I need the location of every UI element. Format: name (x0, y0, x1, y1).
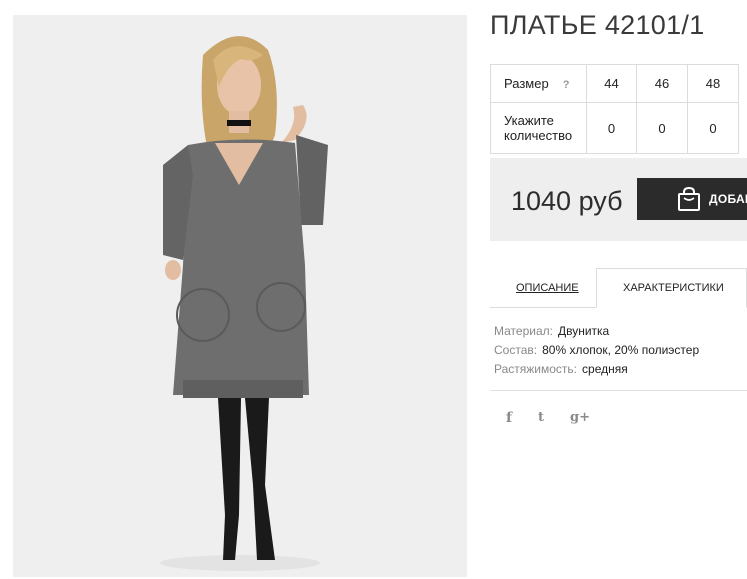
size-option-48[interactable]: 48 (687, 64, 739, 103)
characteristic-row: Состав: 80% хлопок, 20% полиэстер (494, 341, 699, 360)
characteristic-value: средняя (582, 362, 628, 376)
size-help-icon[interactable]: ? (563, 79, 570, 91)
size-option-44[interactable]: 44 (586, 64, 637, 103)
size-label: Размер (504, 76, 549, 91)
price-panel: 1040 руб ДОБАВИТЬ (490, 158, 747, 241)
size-label-cell: Размер? (490, 64, 587, 103)
model-illustration (13, 15, 467, 577)
quantity-label-cell: Укажите количество (490, 102, 587, 154)
tab-characteristics[interactable]: ХАРАКТЕРИСТИКИ (596, 268, 747, 308)
twitter-icon[interactable]: t (538, 410, 544, 425)
price-value: 1040 руб (511, 186, 623, 216)
section-divider (490, 390, 747, 391)
google-plus-icon[interactable]: g+ (570, 410, 590, 425)
characteristic-key: Состав: (494, 343, 538, 357)
characteristic-row: Растяжимость: средняя (494, 360, 699, 379)
characteristic-value: 80% хлопок, 20% полиэстер (542, 343, 700, 357)
product-title: ПЛАТЬЕ 42101/1 (490, 10, 705, 40)
tab-characteristics-label: ХАРАКТЕРИСТИКИ (623, 282, 724, 294)
characteristic-value: Двунитка (557, 324, 610, 338)
characteristic-row: Материал: Двунитка (494, 322, 699, 341)
product-photo[interactable] (13, 15, 467, 577)
quantity-label-line1: Укажите (504, 113, 554, 128)
size-option-46[interactable]: 46 (636, 64, 688, 103)
characteristics-list: Материал: Двунитка Состав: 80% хлопок, 20%… (494, 322, 699, 379)
add-to-cart-button[interactable]: ДОБАВИТЬ (637, 178, 747, 220)
product-tabs: ОПИСАНИЕ ХАРАКТЕРИСТИКИ (490, 268, 747, 308)
add-to-cart-label: ДОБАВИТЬ (709, 192, 747, 206)
quantity-input-46[interactable]: 0 (636, 102, 688, 154)
characteristic-key: Материал: (494, 324, 553, 338)
quantity-row: Укажите количество 0 0 0 (490, 102, 739, 154)
tab-description[interactable]: ОПИСАНИЕ (516, 282, 579, 294)
size-table: Размер? 44 46 48 Укажите количество 0 0 … (490, 64, 739, 154)
size-row: Размер? 44 46 48 (490, 64, 739, 103)
quantity-input-48[interactable]: 0 (687, 102, 739, 154)
quantity-input-44[interactable]: 0 (586, 102, 637, 154)
quantity-label-line2: количество (504, 128, 573, 143)
shopping-bag-icon (678, 186, 700, 211)
facebook-icon[interactable]: f (506, 410, 512, 426)
characteristic-key: Растяжимость: (494, 362, 578, 376)
